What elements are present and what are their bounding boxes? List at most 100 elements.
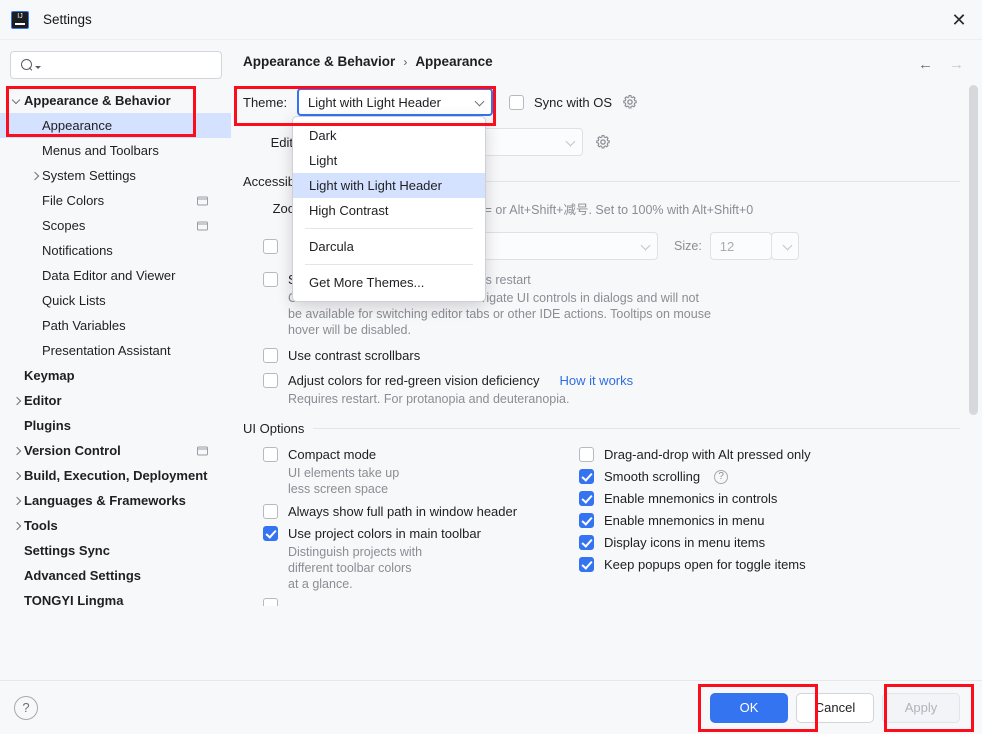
apply-button[interactable]: Apply [882, 692, 960, 723]
sidebar-item-notifications[interactable]: Notifications [0, 238, 231, 263]
checkbox-row[interactable]: Smooth scrolling? [579, 469, 960, 484]
gear-icon[interactable] [622, 94, 638, 110]
how-it-works-link[interactable]: How it works [559, 373, 633, 388]
project-scope-icon [196, 221, 209, 230]
checkbox[interactable] [263, 504, 278, 519]
checkbox-row[interactable]: Enable mnemonics in menu [579, 513, 960, 528]
sidebar-item-label: Keymap [24, 368, 75, 383]
search-dropdown-caret-icon[interactable] [35, 65, 41, 69]
theme-option-light-with-light-header[interactable]: Light with Light Header [293, 173, 485, 198]
checkbox[interactable] [579, 535, 594, 550]
checkbox[interactable] [263, 348, 278, 363]
checkbox-label: Compact mode [288, 447, 377, 462]
ui-option: Use project colors in main toolbar Distin… [263, 526, 563, 592]
cancel-button[interactable]: Cancel [796, 692, 874, 723]
checkbox-row[interactable]: Always show full path in window header [263, 504, 563, 519]
checkbox[interactable] [263, 447, 278, 462]
ui-options-columns: Compact mode UI elements take up less scr… [243, 447, 960, 592]
chevron-right-icon[interactable] [8, 397, 24, 404]
sidebar-item-tools[interactable]: Tools [0, 513, 231, 538]
chevron-right-icon[interactable] [26, 172, 42, 179]
chevron-right-icon[interactable] [8, 472, 24, 479]
checkbox-row[interactable]: Keep popups open for toggle items [579, 557, 960, 572]
theme-option-darcula[interactable]: Darcula [293, 234, 485, 259]
search-box[interactable] [10, 51, 225, 79]
checkbox-label: Display icons in menu items [604, 535, 766, 550]
sidebar-item-build-execution-deployment[interactable]: Build, Execution, Deployment [0, 463, 231, 488]
checkbox-row[interactable]: Enable mnemonics in controls [579, 491, 960, 506]
ui-options-section-title: UI Options [243, 421, 305, 436]
font-size-stepper[interactable] [770, 232, 799, 260]
checkbox[interactable] [579, 447, 594, 462]
font-size-label: Size: [674, 239, 702, 253]
sidebar-item-plugins[interactable]: Plugins [0, 413, 231, 438]
use-custom-font-checkbox[interactable] [263, 238, 278, 254]
sidebar-item-languages-frameworks[interactable]: Languages & Frameworks [0, 488, 231, 513]
sidebar-item-editor[interactable]: Editor [0, 388, 231, 413]
checkbox-row[interactable]: Compact mode [263, 447, 563, 462]
checkbox-label: Enable mnemonics in menu [604, 513, 765, 528]
sidebar-item-label: Editor [24, 393, 62, 408]
chevron-down-icon[interactable] [8, 97, 24, 104]
checkbox-row[interactable]: Use project colors in main toolbar [263, 526, 563, 541]
chevron-right-icon[interactable] [8, 447, 24, 454]
checkbox-label: Use project colors in main toolbar [288, 526, 481, 541]
sidebar-item-presentation-assistant[interactable]: Presentation Assistant [0, 338, 231, 363]
breadcrumb-parent[interactable]: Appearance & Behavior [243, 54, 395, 69]
font-size-combobox[interactable]: 12 [709, 232, 772, 260]
sidebar-item-file-colors[interactable]: File Colors [0, 188, 231, 213]
sidebar-item-path-variables[interactable]: Path Variables [0, 313, 231, 338]
sidebar-item-appearance[interactable]: Appearance [0, 113, 231, 138]
checkbox-description: UI elements take up less screen space [288, 466, 400, 496]
sidebar-item-menus-and-toolbars[interactable]: Menus and Toolbars [0, 138, 231, 163]
sidebar-item-settings-sync[interactable]: Settings Sync [0, 538, 231, 563]
zoom-label: Zoo [272, 201, 295, 216]
theme-option-get-more-themes[interactable]: Get More Themes... [293, 270, 485, 295]
sidebar-item-advanced-settings[interactable]: Advanced Settings [0, 563, 231, 588]
sidebar-item-label: Version Control [24, 443, 121, 458]
chevron-right-icon[interactable] [8, 497, 24, 504]
sidebar-item-quick-lists[interactable]: Quick Lists [0, 288, 231, 313]
theme-option-light[interactable]: Light [293, 148, 485, 173]
sidebar-item-system-settings[interactable]: System Settings [0, 163, 231, 188]
sidebar-item-label: Data Editor and Viewer [42, 268, 176, 283]
checkbox[interactable] [263, 373, 278, 388]
arrow-right-icon[interactable]: → [949, 57, 964, 72]
checkbox[interactable] [579, 557, 594, 572]
help-icon[interactable]: ? [714, 469, 729, 484]
checkbox-row[interactable]: Adjust colors for red-green vision defic… [243, 373, 960, 388]
sidebar-item-version-control[interactable]: Version Control [0, 438, 231, 463]
close-icon[interactable]: ✕ [936, 0, 982, 40]
partial-checkbox[interactable] [263, 598, 278, 606]
theme-combobox-value: Light with Light Header [308, 94, 441, 110]
zoom-hint: +Shift+= or Alt+Shift+减号. Set to 100% wi… [445, 203, 754, 217]
sidebar-item-keymap[interactable]: Keymap [0, 363, 231, 388]
arrow-left-icon[interactable]: ← [918, 57, 933, 72]
chevron-down-icon [642, 242, 650, 250]
chevron-right-icon[interactable] [8, 522, 24, 529]
checkbox[interactable] [579, 491, 594, 506]
theme-combobox[interactable]: Light with Light Header [297, 88, 493, 116]
sidebar-item-scopes[interactable]: Scopes [0, 213, 231, 238]
checkbox-row[interactable]: Display icons in menu items [579, 535, 960, 550]
dialog-body: Appearance & Behavior Appearance Menus and… [0, 40, 982, 680]
checkbox[interactable] [579, 469, 594, 484]
theme-option-dark[interactable]: Dark [293, 123, 485, 148]
checkbox[interactable] [263, 272, 278, 287]
project-scope-icon [196, 196, 209, 205]
sidebar-item-data-editor-and-viewer[interactable]: Data Editor and Viewer [0, 263, 231, 288]
theme-option-high-contrast[interactable]: High Contrast [293, 198, 485, 223]
help-icon[interactable]: ? [14, 695, 38, 720]
sync-with-os-checkbox[interactable] [509, 94, 524, 110]
checkbox[interactable] [263, 526, 278, 541]
search-input[interactable] [45, 56, 225, 74]
checkbox-row[interactable]: Drag-and-drop with Alt pressed only [579, 447, 960, 462]
sidebar-item-tongyi-lingma[interactable]: TONGYI Lingma [0, 588, 231, 613]
ok-button[interactable]: OK [710, 692, 788, 723]
checkbox[interactable] [579, 513, 594, 528]
content-scrollbar[interactable] [969, 85, 978, 415]
checkbox-description: Distinguish projects with different tool… [288, 545, 423, 591]
gear-icon[interactable] [595, 134, 611, 150]
sidebar-item-appearance-behavior[interactable]: Appearance & Behavior [0, 88, 231, 113]
checkbox-row[interactable]: Use contrast scrollbars [243, 348, 960, 363]
